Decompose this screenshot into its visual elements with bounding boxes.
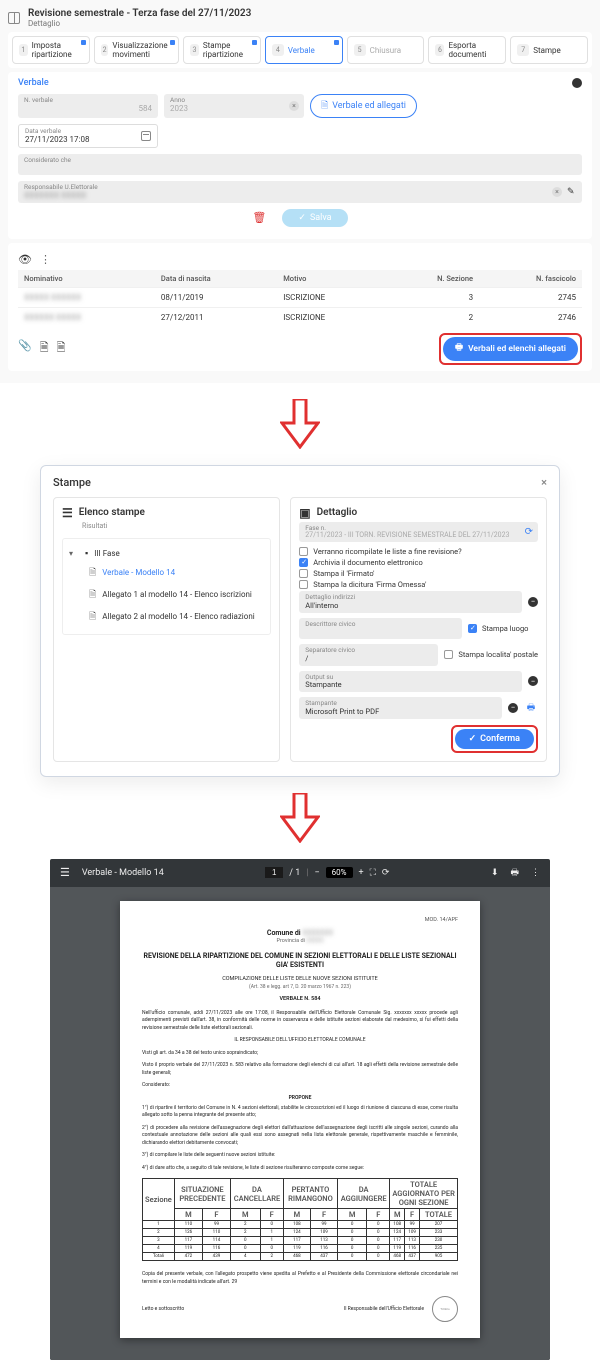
tab-4[interactable]: 4Verbale bbox=[265, 36, 343, 64]
tab-7[interactable]: 7Stampe bbox=[510, 36, 588, 64]
tab-label: Imposta ripartizione bbox=[32, 41, 83, 59]
more-icon[interactable]: ⋮ bbox=[40, 253, 51, 266]
file-icon: 🗎 bbox=[89, 609, 96, 625]
page-title: Revisione semestrale - Terza fase del 27… bbox=[28, 8, 251, 19]
menu-icon[interactable]: ☰ bbox=[60, 866, 70, 879]
records-table: Nominativo Data di nascita Motivo N. Sez… bbox=[18, 270, 582, 327]
flow-arrow-icon bbox=[0, 383, 600, 465]
pdf-name: Verbale - Modello 14 bbox=[82, 868, 164, 878]
page-input[interactable] bbox=[265, 867, 283, 878]
tab-1[interactable]: 1Imposta ripartizione bbox=[12, 36, 90, 64]
tree-item[interactable]: 🗎Verbale - Modello 14 bbox=[89, 562, 264, 584]
save-button[interactable]: ✓ Salva bbox=[282, 209, 347, 227]
file-add-icon[interactable]: 🗎 bbox=[57, 339, 66, 358]
fase-field: Fase n. 27/11/2023 - III TORN. REVISIONE… bbox=[299, 522, 538, 543]
dettaglio-indirizzi-field[interactable]: Dettaglio indirizzi All'interno bbox=[299, 591, 522, 613]
responsabile-field: Responsabile U.Elettorale XXXXXXX XXXXX … bbox=[18, 181, 582, 203]
collapse-icon[interactable]: − bbox=[528, 676, 538, 686]
tab-label: Verbale bbox=[288, 46, 315, 55]
tree-item[interactable]: 🗎Allegato 2 al modello 14 - Elenco radia… bbox=[89, 606, 264, 628]
close-icon[interactable]: × bbox=[541, 476, 547, 489]
delete-icon[interactable]: 🗑 bbox=[252, 211, 266, 224]
table-row[interactable]: XXXXXX XXXXX27/12/2011ISCRIZIONE22746 bbox=[18, 307, 582, 327]
detail-icon: ▣ bbox=[299, 506, 310, 520]
fit-icon[interactable]: ⛶ bbox=[370, 868, 376, 878]
caret-down-icon[interactable]: ▾ bbox=[69, 549, 79, 558]
tab-label: Esporta documenti bbox=[448, 41, 499, 59]
collapse-icon[interactable]: − bbox=[508, 703, 518, 713]
dialog-title: Stampe bbox=[53, 476, 91, 489]
checkbox[interactable] bbox=[299, 580, 308, 589]
doc-table: Sezione SITUAZIONE PRECEDENTE DA CANCELL… bbox=[142, 1178, 458, 1261]
print-icon: 🖶 bbox=[455, 342, 463, 356]
refresh-icon[interactable]: ⟳ bbox=[525, 526, 533, 537]
data-verbale-field[interactable]: Data verbale 27/11/2023 17:08 bbox=[18, 124, 158, 148]
tab-2[interactable]: 2Visualizzazione movimenti bbox=[94, 36, 179, 64]
print-icon[interactable]: 🖶 bbox=[524, 701, 538, 715]
tree-item[interactable]: 🗎Allegato 1 al modello 14 - Elenco iscri… bbox=[89, 584, 264, 606]
status-square-icon bbox=[252, 40, 257, 45]
file-icon: 🗎 bbox=[89, 587, 96, 603]
print-icon[interactable]: 🖶 bbox=[510, 865, 519, 881]
output-field[interactable]: Output su Stampante bbox=[299, 671, 522, 693]
status-square-icon bbox=[81, 40, 86, 45]
stamp-icon: Timbro bbox=[432, 1296, 458, 1322]
pdf-page: MOD. 14/APF Comune di XXXXXXX Provincia … bbox=[120, 901, 480, 1339]
table-row[interactable]: XXXXX XXXXXX08/11/2019ISCRIZIONE32745 bbox=[18, 287, 582, 307]
stampante-field[interactable]: Stampante Microsoft Print to PDF bbox=[299, 697, 502, 719]
verbale-allegati-chip[interactable]: 🗎 Verbale ed allegati bbox=[310, 94, 417, 118]
file-icon[interactable]: 🗎 bbox=[40, 339, 49, 358]
num-verbale-field: N. verbale 584 bbox=[18, 94, 158, 118]
list-icon: ☰ bbox=[62, 506, 73, 520]
stampa-localita-checkbox[interactable] bbox=[444, 650, 453, 659]
zoom-in-icon[interactable]: + bbox=[359, 868, 364, 878]
stampa-luogo-checkbox[interactable] bbox=[468, 624, 477, 633]
calendar-icon[interactable] bbox=[141, 131, 151, 141]
clear-icon[interactable]: × bbox=[289, 101, 299, 111]
more-icon[interactable]: ⋮ bbox=[531, 868, 540, 878]
tab-5: 5Chiusura bbox=[347, 36, 425, 64]
conferma-button[interactable]: ✓ Conferma bbox=[455, 729, 534, 749]
page-subtitle: Dettaglio bbox=[28, 19, 251, 28]
file-icon: 🗎 bbox=[89, 565, 96, 581]
download-icon[interactable]: ⬇ bbox=[491, 868, 499, 878]
anno-field: Anno 2023 × bbox=[164, 94, 304, 118]
document-icon: 🗎 bbox=[321, 98, 328, 114]
checkbox[interactable] bbox=[299, 558, 308, 567]
rotate-icon[interactable]: ⟳ bbox=[382, 868, 390, 878]
zoom-out-icon[interactable]: − bbox=[314, 868, 319, 878]
checkbox[interactable] bbox=[299, 547, 308, 556]
separatore-civico-field[interactable]: Separatore civico / bbox=[299, 644, 438, 666]
flow-arrow-icon bbox=[0, 777, 600, 859]
zoom-level: 60% bbox=[326, 867, 353, 878]
collapse-icon[interactable] bbox=[572, 78, 582, 88]
collapse-icon[interactable]: − bbox=[528, 597, 538, 607]
checkbox[interactable] bbox=[299, 569, 308, 578]
folder-icon: ▪ bbox=[85, 548, 88, 559]
tab-6[interactable]: 6Esporta documenti bbox=[428, 36, 506, 64]
tab-label: Stampe bbox=[533, 46, 560, 55]
tab-label: Stampe ripartizione bbox=[203, 41, 254, 59]
tab-label: Visualizzazione movimenti bbox=[112, 41, 172, 59]
edit-icon[interactable]: ✎ bbox=[567, 187, 577, 197]
status-square-icon bbox=[170, 40, 175, 45]
tab-label: Chiusura bbox=[370, 46, 401, 55]
tree-root[interactable]: ▾ ▪ III Fase bbox=[69, 545, 264, 562]
panel-icon bbox=[8, 12, 20, 24]
visibility-icon[interactable]: 👁 bbox=[18, 253, 32, 266]
attach-icon[interactable]: 📎 bbox=[18, 339, 32, 358]
verbali-elenchi-button[interactable]: 🖶 Verbali ed elenchi allegati bbox=[443, 337, 578, 361]
tab-3[interactable]: 3Stampe ripartizione bbox=[183, 36, 261, 64]
descrittore-civico-field[interactable]: Descrittore civico bbox=[299, 618, 462, 640]
card-title: Verbale bbox=[18, 78, 49, 88]
clear-icon[interactable]: × bbox=[552, 187, 562, 197]
status-square-icon bbox=[334, 40, 339, 45]
considerato-field[interactable]: Considerato che bbox=[18, 154, 582, 176]
